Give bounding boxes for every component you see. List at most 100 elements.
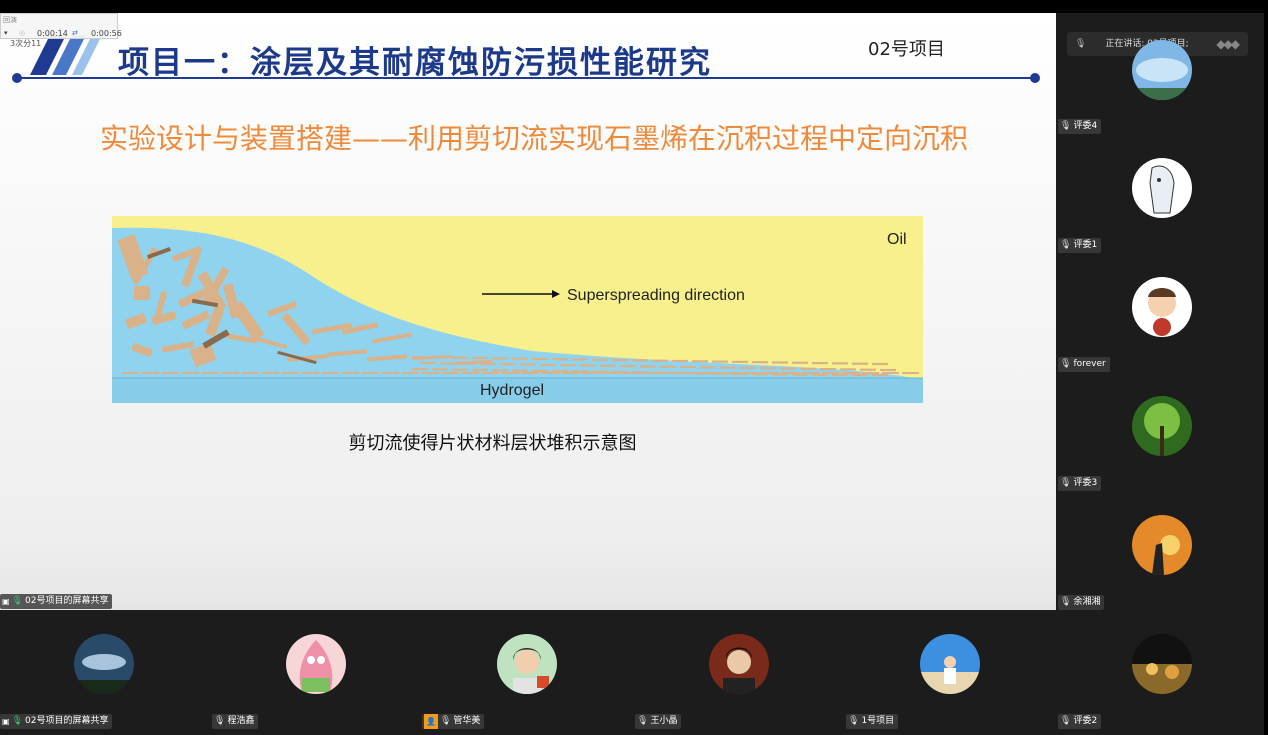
participant-avatar-sketch[interactable] [1132, 158, 1192, 218]
divider-dot-right [1030, 73, 1040, 83]
aligned-flake [532, 369, 548, 372]
base-flake [522, 372, 539, 374]
base-flake [582, 372, 599, 374]
base-flake [722, 372, 739, 374]
participant-tag: ▣ 🎙 02号项目的屏幕共享 [0, 714, 113, 729]
slide-subtitle: 实验设计与装置搭建——利用剪切流实现石墨烯在沉积过程中定向沉积 [99, 122, 968, 155]
participant-avatar-beach[interactable] [920, 634, 980, 694]
participant-name: 02号项目的屏幕共享 [25, 716, 109, 726]
recorder-underlay-text: 3次分11 [10, 39, 42, 48]
speaker-mic-icon: 🎙 [1075, 39, 1087, 49]
participant-avatar-sunset[interactable] [1132, 515, 1192, 575]
base-flake [342, 372, 359, 374]
screen-icon: ▣ [2, 717, 10, 726]
aligned-flake [760, 367, 776, 370]
participant-name: 余湘湘 [1073, 597, 1101, 607]
mic-icon: 🎙 [848, 716, 860, 726]
participant-name: 评委2 [1073, 716, 1098, 726]
base-flake [122, 372, 139, 374]
speaking-wave-icon: ◆◆◆ [1216, 37, 1240, 51]
mic-icon: 🎙 [439, 716, 452, 726]
participant-tag: 🎙 评委4 [1058, 119, 1102, 134]
aligned-flake [740, 366, 756, 369]
base-flake [622, 372, 639, 374]
aligned-flake [720, 366, 736, 369]
base-flake [902, 372, 919, 374]
direction-label: Superspreading direction [567, 287, 745, 304]
base-flake [202, 372, 219, 374]
participant-tag: 🎙 程浩鑫 [212, 714, 259, 729]
mic-icon: 🎙 [1060, 716, 1072, 726]
participant-avatar-sky[interactable] [1132, 40, 1192, 100]
recorder-widget[interactable]: 回演 ▾ ◎ 0:00:14 ⇄ 0:00:56 [0, 13, 122, 39]
participant-tag: 🎙 评委1 [1058, 238, 1102, 253]
base-flake [682, 372, 699, 374]
aligned-flake [872, 374, 888, 377]
aligned-flake [412, 368, 428, 371]
aligned-flake [692, 360, 708, 363]
participant-name: 程浩鑫 [227, 716, 255, 726]
participant-name: 评委1 [1073, 240, 1098, 250]
mic-icon: 🎙 [1060, 121, 1072, 131]
base-flake [462, 372, 479, 374]
participant-tag: 👤 🎙 管华美 [422, 714, 485, 729]
aligned-flake [600, 364, 616, 367]
aligned-flake [672, 359, 688, 363]
recorder-total: 0:00:56 [91, 29, 122, 38]
participant-avatar-night[interactable] [1132, 634, 1192, 694]
mic-on-icon: 🎙 [11, 596, 23, 606]
aligned-flake [532, 357, 548, 360]
mic-icon: 🎙 [637, 716, 649, 726]
base-flake [422, 372, 439, 374]
aligned-flake [452, 368, 468, 371]
base-flake [282, 372, 299, 374]
aligned-flake [572, 358, 588, 361]
mic-icon: 🎙 [1060, 478, 1072, 488]
aligned-flake [472, 356, 488, 360]
base-flake [142, 372, 159, 374]
aligned-flake [432, 368, 448, 371]
participant-avatar-cartoon[interactable] [1132, 277, 1192, 337]
participant-avatar-woman[interactable] [497, 634, 557, 694]
recorder-loop-icon[interactable]: ⇄ [72, 29, 78, 37]
base-flake [862, 372, 879, 374]
meeting-window: 项目一：涂层及其耐腐蚀防污损性能研究 02号项目 实验设计与装置搭建——利用剪切… [0, 0, 1268, 735]
person-icon: 👤 [424, 714, 438, 729]
participant-avatar-cloud[interactable] [74, 634, 134, 694]
aligned-flake [580, 364, 596, 367]
aligned-flake [620, 365, 636, 368]
participant-avatar-man[interactable] [709, 634, 769, 694]
participant-name: 王小晶 [650, 716, 678, 726]
screen-share-tag: ▣ 🎙 02号项目的屏幕共享 [0, 594, 113, 609]
aligned-flake [680, 365, 696, 369]
aligned-flake [552, 370, 568, 373]
base-flake [642, 372, 659, 374]
aligned-flake [452, 356, 468, 359]
participant-avatar-forest[interactable] [1132, 396, 1192, 456]
aligned-flake [732, 360, 748, 363]
participant-name: 评委4 [1073, 121, 1098, 131]
recorder-menu-icon[interactable]: ▾ [4, 29, 8, 37]
aligned-flake [812, 374, 828, 377]
aligned-flake [460, 362, 476, 365]
participant-name: 评委3 [1073, 478, 1098, 488]
recorder-record-icon[interactable]: ◎ [19, 29, 25, 37]
aligned-flake [820, 368, 836, 371]
aligned-flake [492, 369, 508, 372]
aligned-flake [492, 357, 508, 360]
aligned-flake [852, 362, 868, 365]
participant-avatar-patrick[interactable] [286, 634, 346, 694]
aligned-flake [412, 356, 428, 359]
base-flake [842, 372, 859, 374]
base-flake [662, 372, 679, 374]
screen-share-label: 02号项目的屏幕共享 [25, 596, 109, 606]
aligned-flake [812, 362, 828, 365]
flake [134, 286, 150, 300]
aligned-flake [592, 358, 608, 361]
base-flake [362, 372, 379, 374]
aligned-flake [512, 357, 528, 360]
figure-caption: 剪切流使得片状材料层状堆积示意图 [348, 433, 637, 454]
slide-title: 项目一：涂层及其耐腐蚀防污损性能研究 [118, 45, 712, 81]
base-flake [762, 372, 779, 374]
aligned-flake [860, 368, 876, 371]
